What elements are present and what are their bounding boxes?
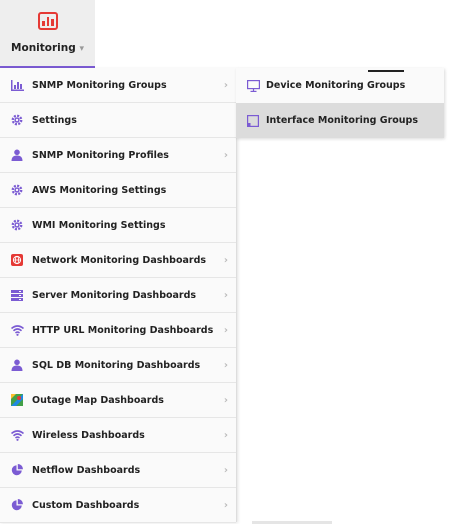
gear-icon: [10, 113, 24, 127]
menu-item-label: HTTP URL Monitoring Dashboards: [32, 324, 214, 336]
user-icon: [10, 358, 24, 372]
chevron-right-icon: ›: [223, 290, 228, 301]
monitoring-dropdown-menu: SNMP Monitoring Groups › Settings SNMP M…: [0, 68, 237, 523]
menu-item-label: SNMP Monitoring Profiles: [32, 149, 169, 161]
menu-item-label: Settings: [32, 114, 77, 126]
chevron-right-icon: ›: [223, 360, 228, 371]
monitoring-tab-label: Monitoring ▾: [0, 42, 95, 54]
menu-item-custom-dashboards[interactable]: Custom Dashboards ›: [0, 488, 236, 523]
menu-item-aws-monitoring-settings[interactable]: AWS Monitoring Settings: [0, 173, 236, 208]
menu-item-outage-map-dashboards[interactable]: Outage Map Dashboards ›: [0, 383, 236, 418]
menu-item-wireless-dashboards[interactable]: Wireless Dashboards ›: [0, 418, 236, 453]
menu-item-snmp-monitoring-groups[interactable]: SNMP Monitoring Groups ›: [0, 68, 236, 103]
submenu-item-label: Device Monitoring Groups: [266, 80, 406, 91]
monitoring-tab[interactable]: Monitoring ▾: [0, 0, 95, 68]
pie-chart-icon: [10, 463, 24, 477]
wifi-icon: [10, 323, 24, 337]
menu-item-label: Outage Map Dashboards: [32, 394, 164, 406]
chevron-right-icon: ›: [223, 430, 228, 441]
menu-item-label: Custom Dashboards: [32, 499, 140, 511]
snmp-monitoring-groups-submenu: Device Monitoring Groups Interface Monit…: [236, 68, 444, 138]
bar-chart-icon: [10, 78, 24, 92]
menu-item-network-monitoring-dashboards[interactable]: Network Monitoring Dashboards ›: [0, 243, 236, 278]
menu-item-settings[interactable]: Settings: [0, 103, 236, 138]
menu-item-label: Network Monitoring Dashboards: [32, 254, 207, 266]
menu-item-label: SNMP Monitoring Groups: [32, 79, 167, 91]
menu-item-label: WMI Monitoring Settings: [32, 219, 166, 231]
monitor-icon: [246, 79, 260, 93]
interface-icon: [246, 114, 260, 128]
submenu-item-label: Interface Monitoring Groups: [266, 115, 418, 126]
server-icon: [10, 288, 24, 302]
submenu-item-interface-monitoring-groups[interactable]: Interface Monitoring Groups: [236, 103, 444, 138]
gear-icon: [10, 218, 24, 232]
menu-item-label: Server Monitoring Dashboards: [32, 289, 197, 301]
wifi-icon: [10, 428, 24, 442]
menu-item-label: AWS Monitoring Settings: [32, 184, 167, 196]
menu-item-label: Wireless Dashboards: [32, 429, 145, 441]
chevron-right-icon: ›: [223, 500, 228, 511]
map-icon: [10, 393, 24, 407]
chevron-down-icon: ▾: [79, 44, 84, 54]
chevron-right-icon: ›: [223, 465, 228, 476]
chevron-right-icon: ›: [223, 255, 228, 266]
menu-item-snmp-monitoring-profiles[interactable]: SNMP Monitoring Profiles ›: [0, 138, 236, 173]
gear-icon: [10, 183, 24, 197]
submenu-item-device-monitoring-groups[interactable]: Device Monitoring Groups: [236, 68, 444, 103]
pie-chart-icon: [10, 498, 24, 512]
menu-item-http-url-monitoring-dashboards[interactable]: HTTP URL Monitoring Dashboards ›: [0, 313, 236, 348]
menu-item-label: Netflow Dashboards: [32, 464, 141, 476]
menu-item-server-monitoring-dashboards[interactable]: Server Monitoring Dashboards ›: [0, 278, 236, 313]
chevron-right-icon: ›: [223, 395, 228, 406]
user-icon: [10, 148, 24, 162]
chevron-right-icon: ›: [223, 325, 228, 336]
submenu-indicator: [368, 70, 404, 72]
globe-icon: [10, 253, 24, 267]
monitoring-label: Monitoring: [11, 42, 76, 54]
bar-chart-icon: [38, 12, 58, 30]
menu-item-netflow-dashboards[interactable]: Netflow Dashboards ›: [0, 453, 236, 488]
chevron-right-icon: ›: [223, 80, 228, 91]
menu-item-sql-db-monitoring-dashboards[interactable]: SQL DB Monitoring Dashboards ›: [0, 348, 236, 383]
menu-item-wmi-monitoring-settings[interactable]: WMI Monitoring Settings: [0, 208, 236, 243]
menu-item-label: SQL DB Monitoring Dashboards: [32, 359, 201, 371]
chevron-right-icon: ›: [223, 150, 228, 161]
